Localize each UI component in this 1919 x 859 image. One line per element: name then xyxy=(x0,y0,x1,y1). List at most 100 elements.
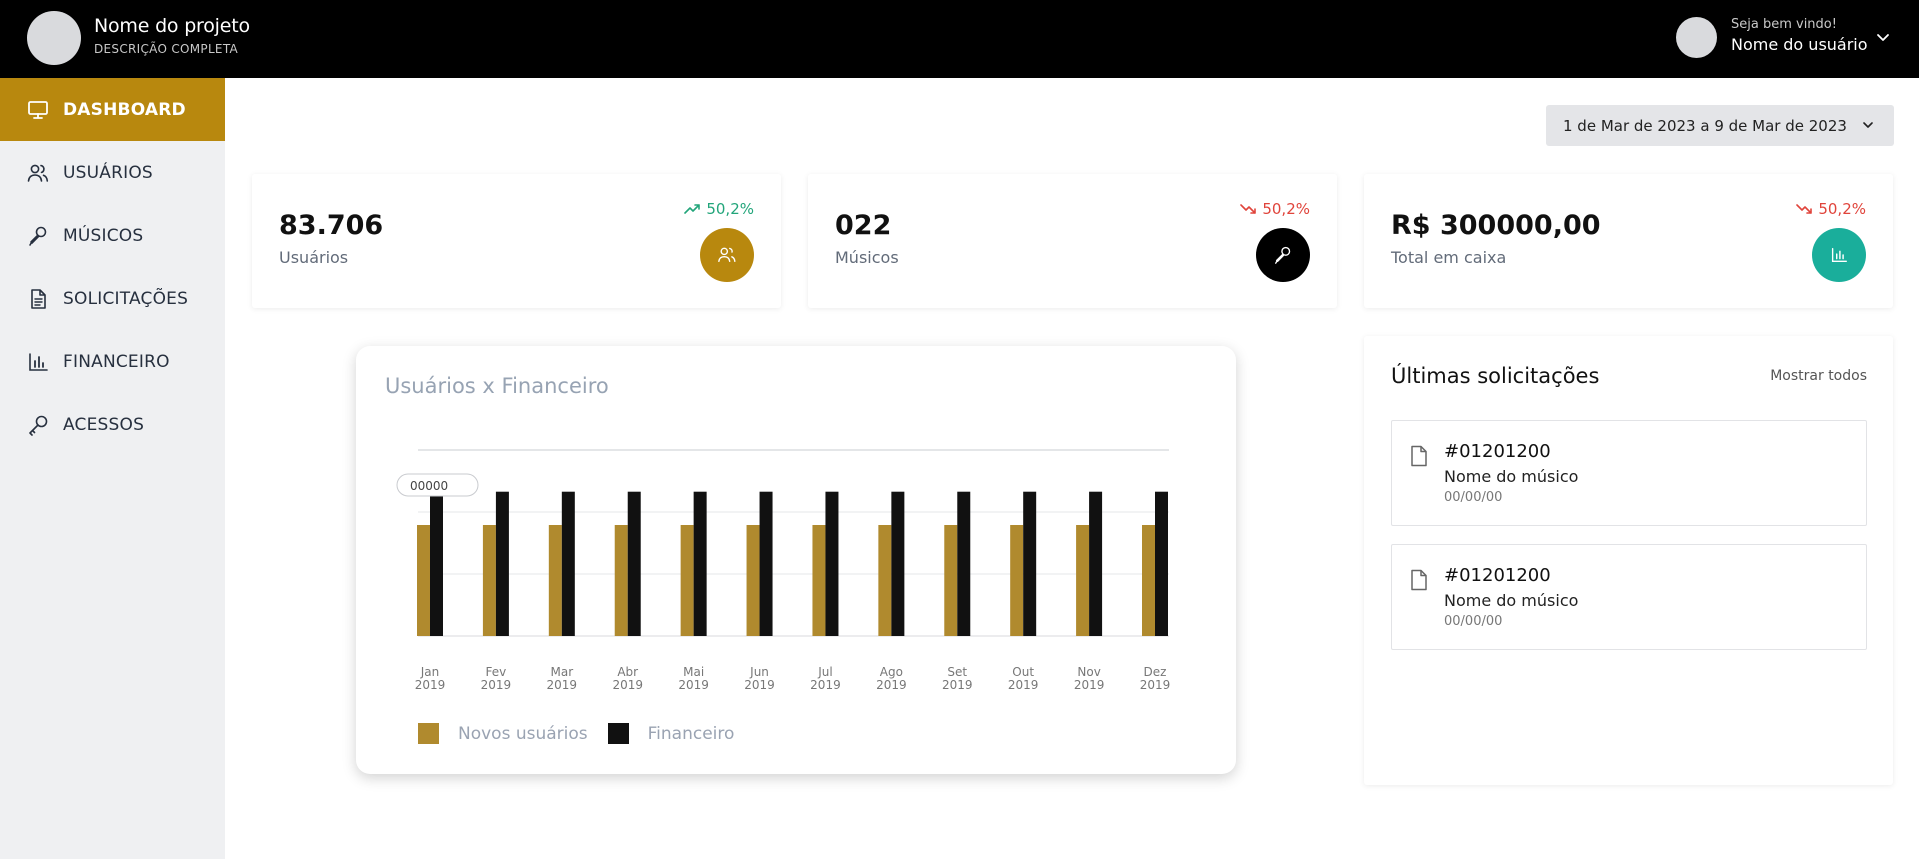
bar-chart: Jan2019Fev2019Mar2019Abr2019Mai2019Jun20… xyxy=(396,449,1170,692)
bar-novos-usuarios xyxy=(482,525,496,636)
chart-tooltip: 00000 xyxy=(396,473,479,497)
bar-financeiro xyxy=(430,491,443,636)
bar-financeiro xyxy=(495,491,509,636)
bar-novos-usuarios xyxy=(746,525,760,636)
x-tick-label: 2019 xyxy=(481,678,512,692)
x-tick-label: 2019 xyxy=(415,678,446,692)
bar-novos-usuarios xyxy=(417,525,430,636)
legend-swatch-financeiro xyxy=(607,723,629,744)
x-tick-label: 2019 xyxy=(612,678,643,692)
bar-financeiro xyxy=(891,491,905,636)
bar-novos-usuarios xyxy=(614,525,628,636)
bar-chart-icon xyxy=(1812,228,1866,282)
legend-label: Novos usuários xyxy=(458,723,588,744)
bar-novos-usuarios xyxy=(812,525,826,636)
request-item[interactable]: #01201200 Nome do músico 00/00/00 xyxy=(1391,544,1867,650)
sidebar-item-acessos[interactable]: ACESSOS xyxy=(0,393,225,456)
microphone-icon xyxy=(1256,228,1310,282)
microphone-icon xyxy=(27,225,49,247)
trend-badge: 50,2% xyxy=(1240,200,1310,218)
x-tick-label: 2019 xyxy=(547,678,578,692)
user-menu-chevron-icon[interactable] xyxy=(1874,28,1892,46)
bar-financeiro xyxy=(1089,491,1103,636)
requests-title: Últimas solicitações xyxy=(1391,364,1600,388)
x-tick-label: Nov xyxy=(1077,665,1100,679)
sidebar-item-usuarios[interactable]: USUÁRIOS xyxy=(0,141,225,204)
sidebar-item-label: USUÁRIOS xyxy=(63,162,153,183)
x-tick-label: 2019 xyxy=(1008,678,1039,692)
trend-value: 50,2% xyxy=(1818,200,1866,218)
bar-financeiro xyxy=(1155,491,1168,636)
bar-novos-usuarios xyxy=(548,525,562,636)
bar-novos-usuarios xyxy=(1076,525,1090,636)
x-tick-label: Out xyxy=(1012,665,1034,679)
sidebar-item-label: SOLICITAÇÕES xyxy=(63,288,189,309)
sidebar: DASHBOARD USUÁRIOS MÚSICOS SOLICITAÇÕES … xyxy=(0,78,225,859)
document-icon xyxy=(1411,445,1427,467)
bar-financeiro xyxy=(759,491,773,636)
sidebar-item-dashboard[interactable]: DASHBOARD xyxy=(0,78,225,141)
tooltip-value: 00000 xyxy=(410,479,448,493)
document-icon xyxy=(1411,569,1427,591)
chevron-down-icon xyxy=(1863,122,1873,128)
show-all-link[interactable]: Mostrar todos xyxy=(1770,368,1867,384)
project-avatar xyxy=(27,11,81,65)
stat-label: Músicos xyxy=(835,248,899,267)
request-item[interactable]: #01201200 Nome do músico 00/00/00 xyxy=(1391,420,1867,526)
user-greeting: Seja bem vindo! xyxy=(1731,17,1837,32)
x-tick-label: Abr xyxy=(617,665,638,679)
stat-value: R$ 300000,00 xyxy=(1391,210,1601,241)
x-tick-label: Dez xyxy=(1144,665,1167,679)
stat-label: Total em caixa xyxy=(1391,248,1507,267)
stat-value: 022 xyxy=(835,210,892,241)
user-avatar[interactable] xyxy=(1676,17,1717,58)
bar-financeiro xyxy=(1023,491,1037,636)
request-date: 00/00/00 xyxy=(1444,614,1503,629)
bar-financeiro xyxy=(627,491,641,636)
sidebar-item-label: DASHBOARD xyxy=(63,99,186,120)
sidebar-item-financeiro[interactable]: FINANCEIRO xyxy=(0,330,225,393)
trend-down-icon xyxy=(1796,204,1813,214)
sidebar-item-solicitacoes[interactable]: SOLICITAÇÕES xyxy=(0,267,225,330)
sidebar-item-label: MÚSICOS xyxy=(63,225,144,246)
x-tick-label: Mai xyxy=(683,665,704,679)
x-tick-label: Jun xyxy=(749,665,769,679)
chart-card: Usuários x Financeiro Jan 2019 Fev 2019 Mar 2… xyxy=(356,346,1236,774)
document-icon xyxy=(27,288,49,310)
bar-financeiro xyxy=(825,491,839,636)
x-tick-label: 2019 xyxy=(942,678,973,692)
trend-value: 50,2% xyxy=(1262,200,1310,218)
project-name: Nome do projeto xyxy=(94,15,250,37)
x-tick-label: Jul xyxy=(817,665,832,679)
x-tick-label: 2019 xyxy=(678,678,709,692)
chart-legend: Novos usuários Financeiro xyxy=(418,723,754,744)
x-tick-label: Fev xyxy=(486,665,507,679)
stat-value: 83.706 xyxy=(279,210,384,241)
stat-card-musicos: 022 Músicos 50,2% xyxy=(808,174,1337,308)
x-tick-label: 2019 xyxy=(1074,678,1105,692)
trend-down-icon xyxy=(1240,204,1257,214)
bar-financeiro xyxy=(561,491,575,636)
x-tick-label: Mar xyxy=(550,665,573,679)
bar-financeiro xyxy=(693,491,707,636)
bar-novos-usuarios xyxy=(1010,525,1024,636)
x-tick-label: Jan xyxy=(420,665,440,679)
legend-swatch-novos-usuarios xyxy=(418,723,439,744)
trend-up-icon xyxy=(684,204,701,214)
sidebar-item-musicos[interactable]: MÚSICOS xyxy=(0,204,225,267)
bar-novos-usuarios xyxy=(1142,525,1155,636)
x-tick-label: 2019 xyxy=(744,678,775,692)
user-name[interactable]: Nome do usuário xyxy=(1731,35,1868,54)
key-icon xyxy=(27,414,49,436)
users-icon xyxy=(27,162,49,184)
date-range-label: 1 de Mar de 2023 a 9 de Mar de 2023 xyxy=(1563,116,1847,135)
bar-chart-icon xyxy=(27,351,49,373)
request-date: 00/00/00 xyxy=(1444,490,1503,505)
sidebar-item-label: FINANCEIRO xyxy=(63,351,170,372)
date-range-picker[interactable]: 1 de Mar de 2023 a 9 de Mar de 2023 xyxy=(1546,105,1894,146)
x-tick-label: 2019 xyxy=(876,678,907,692)
request-musician-name: Nome do músico xyxy=(1444,591,1579,610)
trend-badge: 50,2% xyxy=(684,200,754,218)
trend-badge: 50,2% xyxy=(1796,200,1866,218)
stat-card-total-caixa: R$ 300000,00 Total em caixa 50,2% xyxy=(1364,174,1893,308)
